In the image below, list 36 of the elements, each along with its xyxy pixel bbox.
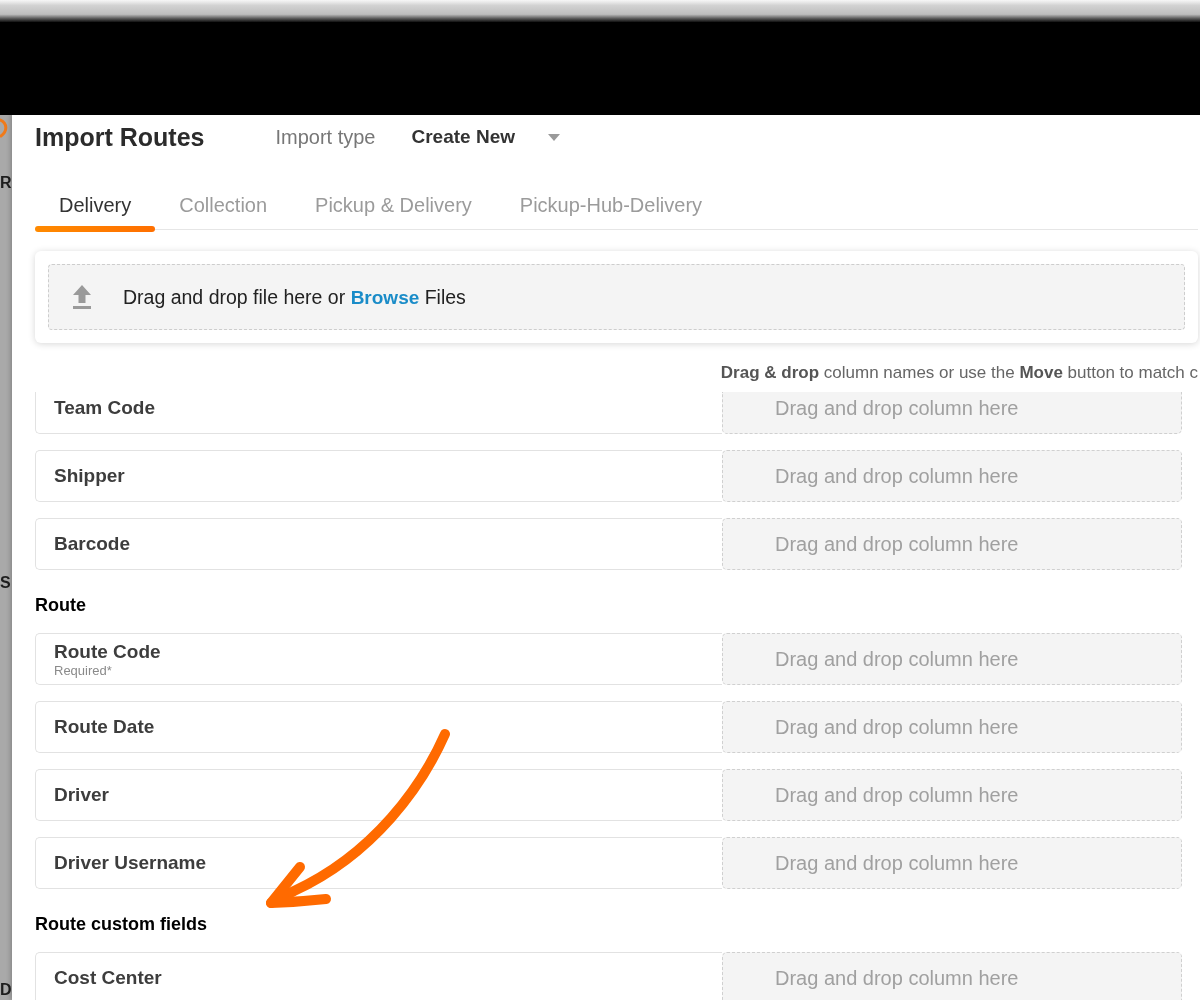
drop-zone[interactable]: Drag and drop column here [722, 837, 1182, 889]
section-heading: Route [35, 594, 86, 617]
field-label: Cost Center [54, 967, 162, 989]
drop-zone[interactable]: Drag and drop column here [722, 701, 1182, 753]
import-type-select[interactable]: Create New [411, 125, 560, 149]
tab[interactable]: Collection [155, 176, 292, 232]
hint-text: Drag & drop column names or use the Move button to match c [720, 363, 1198, 383]
browse-link[interactable]: Browse [350, 286, 420, 308]
field-label: Route Code [54, 640, 161, 663]
drop-zone[interactable]: Drag and drop column here [722, 769, 1182, 821]
required-note: Required* [54, 662, 112, 678]
dialog-title: Import Routes [35, 123, 205, 151]
background-text: D [0, 980, 12, 1000]
drop-zone[interactable]: Drag and drop column here [722, 518, 1182, 570]
logo-fragment-icon [0, 118, 9, 138]
field-label: Team Code [54, 397, 155, 419]
upload-prompt: Drag and drop file here or Browse Files [123, 284, 466, 310]
field-label: Route Date [54, 716, 155, 738]
drop-zone[interactable]: Drag and drop column here [722, 633, 1182, 685]
tab[interactable]: Pickup-Hub-Delivery [495, 176, 727, 232]
file-drop-zone[interactable]: Drag and drop file here or Browse Files [48, 264, 1185, 330]
drop-zone[interactable]: Drag and drop column here [722, 952, 1182, 1000]
caret-icon [548, 133, 560, 141]
upload-icon [72, 285, 92, 309]
field-label: Driver Username [54, 852, 207, 874]
drop-zone[interactable]: Drag and drop column here [722, 450, 1182, 502]
drop-zone[interactable]: Drag and drop column here [722, 392, 1182, 434]
field-label: Barcode [54, 533, 131, 555]
tab[interactable]: Delivery [35, 176, 156, 232]
field-label: Driver [54, 784, 109, 806]
section-heading: Route custom fields [35, 913, 208, 936]
field-label: Shipper [54, 465, 125, 487]
import-type-label: Import type [275, 125, 376, 149]
tab[interactable]: Pickup & Delivery [291, 176, 496, 232]
background-text: R [0, 173, 12, 193]
background-text: S [0, 573, 11, 593]
